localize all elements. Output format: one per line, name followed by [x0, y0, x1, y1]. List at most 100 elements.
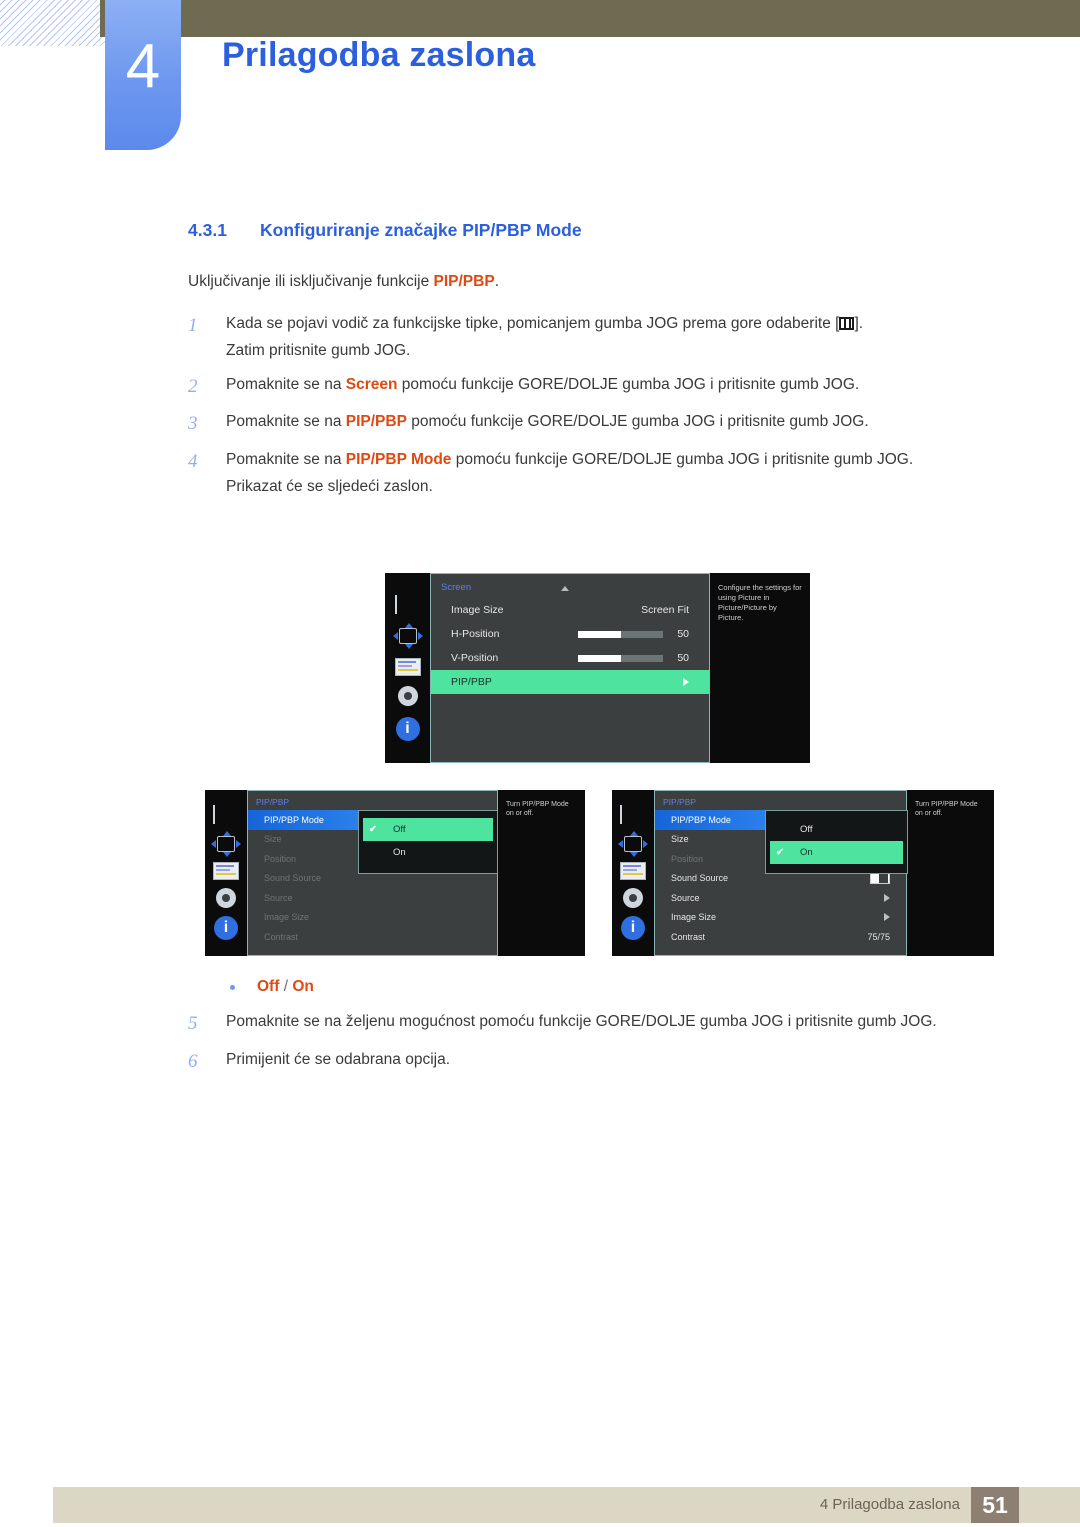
osd-lines-icon[interactable] [620, 862, 646, 881]
move-icon[interactable] [392, 623, 423, 649]
chapter-number-tab: 4 [105, 0, 181, 150]
chevron-right-icon [884, 893, 890, 902]
osd-menu-title: PIP/PBP [663, 797, 697, 807]
osd-row-label: H-Position [451, 628, 500, 640]
osd-main-panel: PIP/PBP PIP/PBP Mode Size Position Sound So… [654, 790, 908, 956]
page-number-box: 51 [971, 1487, 1019, 1523]
step-index: 1 [188, 315, 198, 336]
step-keyword: PIP/PBP Mode [345, 450, 452, 468]
steps-list-bottom: 5 Pomaknite se na željenu mogućnost pomoć… [188, 1010, 998, 1085]
osd-slider[interactable] [578, 654, 664, 662]
step-fragment: Pomaknite se na [226, 413, 346, 431]
step-text: Pomaknite se na PIP/PBP pomoću funkcije … [226, 410, 988, 438]
info-icon[interactable]: i [621, 916, 645, 941]
osd-row[interactable]: Image Size Screen Fit [441, 598, 699, 622]
step-fragment: Pomaknite se na [226, 450, 346, 468]
gear-icon[interactable] [621, 886, 645, 910]
section-heading: 4.3.1 Konfiguriranje značajke PIP/PBP Mod… [188, 220, 582, 241]
step-fragment: pomoću funkcije GORE/DOLJE gumba JOG i p… [397, 375, 860, 393]
osd-row[interactable]: Image Size [256, 908, 489, 928]
bullet-separator: / [279, 978, 293, 995]
osd-help-text: Configure the settings for using Picture… [718, 583, 802, 623]
osd-row[interactable]: H-Position 50 [441, 622, 699, 646]
osd-option[interactable]: Off [770, 818, 903, 841]
step-fragment: ]. [854, 315, 864, 332]
osd-row[interactable]: PIP/PBP [431, 670, 709, 694]
osd-help-text: Turn PIP/PBP Mode on or off. [506, 801, 569, 818]
gear-icon[interactable] [396, 684, 420, 708]
osd-menu-title: Screen [441, 582, 472, 593]
intro-text-after: . [494, 273, 499, 290]
osd-row[interactable]: Source [256, 888, 489, 908]
info-icon[interactable]: i [395, 716, 420, 741]
chevron-right-icon [884, 913, 890, 922]
osd-row[interactable]: Contrast [256, 927, 489, 947]
bullet-off: Off [257, 978, 280, 995]
step-index: 2 [188, 375, 198, 397]
section-number: 4.3.1 [188, 220, 227, 240]
osd-row[interactable]: Source [663, 888, 898, 908]
osd-screenshot-screen-menu: i Screen Image Size Screen Fit H-Position 5… [385, 573, 810, 763]
step-item: 3 Pomaknite se na PIP/PBP pomoću funkcije… [188, 410, 988, 438]
bullet-label: Off / On [257, 978, 314, 996]
osd-row-label: Source [264, 892, 293, 903]
header-olive-bar [100, 0, 1080, 37]
chapter-number: 4 [125, 32, 161, 101]
osd-option[interactable]: ✔ On [770, 841, 903, 864]
osd-option-popup: Off ✔ On [765, 810, 908, 874]
page-title: Prilagodba zaslona [222, 36, 536, 74]
osd-row[interactable]: V-Position 50 [441, 646, 699, 670]
osd-menu-title: PIP/PBP [256, 797, 290, 807]
osd-option[interactable]: ✔ Off [363, 818, 493, 841]
osd-main-panel: PIP/PBP PIP/PBP Mode Size Position Sound So… [247, 790, 498, 956]
osd-slider[interactable] [578, 630, 664, 638]
osd-help-panel: Turn PIP/PBP Mode on or off. [907, 790, 994, 956]
osd-help-panel: Turn PIP/PBP Mode on or off. [498, 790, 585, 956]
osd-row-label: Contrast [671, 931, 706, 942]
step-text: Pomaknite se na PIP/PBP Mode pomoću funk… [226, 448, 988, 499]
monitor-icon[interactable] [620, 804, 646, 825]
osd-row-label: PIP/PBP [451, 676, 492, 688]
osd-row-value: 50 [677, 628, 689, 640]
move-icon[interactable] [211, 830, 241, 857]
osd-row[interactable]: Contrast 75/75 [663, 927, 898, 947]
step-text: Primijenit će se odabrana opcija. [226, 1048, 998, 1076]
osd-row[interactable]: Image Size [663, 908, 898, 928]
step-keyword: Screen [345, 375, 398, 393]
osd-option-label: Off [393, 824, 406, 835]
osd-lines-icon[interactable] [213, 862, 239, 881]
step-item: 2 Pomaknite se na Screen pomoću funkcije … [188, 373, 988, 401]
monitor-icon[interactable] [213, 804, 239, 825]
step-fragment: Primijenit će se odabrana opcija. [226, 1050, 451, 1068]
gear-icon[interactable] [214, 886, 238, 910]
step-item: 4 Pomaknite se na PIP/PBP Mode pomoću fun… [188, 448, 988, 499]
intro-text-before: Uključivanje ili isključivanje funkcije [188, 273, 434, 290]
osd-row-label: Image Size [451, 604, 504, 616]
step-text: Pomaknite se na željenu mogućnost pomoću… [226, 1010, 998, 1038]
osd-row-label: Sound Source [264, 873, 322, 884]
osd-row-value: Screen Fit [641, 604, 689, 616]
monitor-icon[interactable] [394, 594, 421, 615]
step-index: 4 [188, 450, 198, 472]
pipbp-keycap-icon [839, 317, 855, 330]
osd-icon-rail: i [385, 573, 430, 763]
step-index: 5 [188, 1013, 198, 1034]
osd-row-value: 50 [677, 652, 689, 664]
section-title: Konfiguriranje značajke PIP/PBP Mode [260, 220, 582, 240]
osd-row-label: Source [671, 892, 700, 903]
step-item: 1 Kada se pojavi vodič za funkcijske tipk… [188, 312, 988, 363]
osd-lines-icon[interactable] [394, 657, 421, 676]
osd-screenshot-pipbp-off: i PIP/PBP PIP/PBP Mode Size Position Sound … [205, 790, 585, 956]
page-number: 51 [982, 1491, 1008, 1518]
osd-main-panel: Screen Image Size Screen Fit H-Position 50 V… [430, 573, 710, 763]
info-icon[interactable]: i [214, 916, 238, 941]
footer-chapter-label: 4 Prilagodba zaslona [819, 1496, 960, 1513]
steps-list-top: 1 Kada se pojavi vodič za funkcijske tipk… [188, 312, 988, 508]
pbp-layout-icon [870, 872, 890, 885]
step-subtext: Prikazat će se sljedeći zaslon. [226, 477, 433, 495]
osd-help-text: Turn PIP/PBP Mode on or off. [915, 801, 978, 818]
bullet-dot-icon [230, 984, 235, 990]
osd-option[interactable]: On [363, 841, 493, 864]
osd-icon-rail: i [612, 790, 654, 956]
move-icon[interactable] [618, 830, 648, 857]
